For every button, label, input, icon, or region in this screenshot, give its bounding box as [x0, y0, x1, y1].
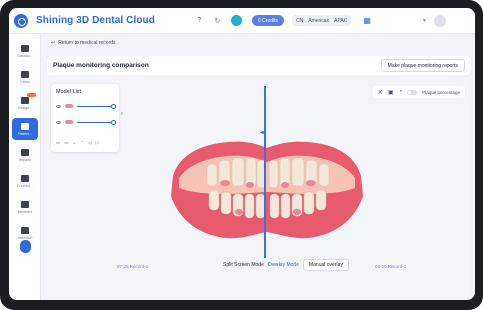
split-view-icon[interactable]: ✕ [378, 89, 383, 96]
plaque-percentage-label: Plaque percentage [422, 89, 460, 95]
view-left-icon[interactable]: ◁ [88, 140, 91, 146]
slider-knob[interactable] [111, 103, 116, 109]
sidebar-item-label: Reports [18, 157, 32, 162]
make-report-button[interactable]: Make plaque monitoring reports [380, 59, 465, 72]
sidebar-item-members[interactable]: Members [12, 196, 38, 218]
eye-icon[interactable] [56, 120, 61, 124]
overlay-mode-tab[interactable]: Overlay Mode [268, 262, 299, 268]
sidebar-item-dashboard[interactable]: Dashbo... [12, 40, 38, 62]
model-toolbar: ▭ ▭ ⌄ ⌃ ◁ ▷ [56, 140, 99, 146]
new-badge [27, 93, 36, 97]
view-right-icon[interactable]: ▷ [96, 140, 99, 146]
sidebar: Dashbo... Cases Design... Patient... Rep… [9, 34, 41, 300]
members-icon [21, 200, 29, 208]
region-country: CN [295, 17, 304, 24]
sidebar-item-label: Design... [18, 105, 32, 110]
help-icon[interactable]: ? [195, 16, 204, 25]
user-icon [21, 122, 29, 130]
layers-icon[interactable]: ▣ [388, 89, 394, 96]
view-up-icon[interactable]: ⌃ [80, 140, 84, 146]
view-toolbar: ✕ ▣ ◔ Plaque percentage [372, 86, 465, 98]
credits-badge[interactable]: 0 Credits [251, 15, 284, 26]
assistant-icon[interactable] [230, 15, 242, 26]
dental-model[interactable] [169, 136, 365, 244]
upper-jaw-icon [65, 104, 73, 108]
lower-jaw-row [56, 118, 116, 126]
split-screen-mode-tab[interactable]: Split Screen Mode [223, 262, 264, 268]
sidebar-item-label: Connect... [17, 183, 33, 188]
sidebar-item-label: Cases [20, 79, 30, 84]
app-title: Shining 3D Dental Cloud [36, 15, 155, 26]
bar-chart-icon [21, 44, 29, 52]
sidebar-item-patients[interactable]: Patient... [12, 118, 38, 140]
sidebar-item-label: Institution [17, 235, 33, 240]
page-header: Plaque monitoring comparison Make plaque… [47, 56, 471, 75]
support-icon[interactable] [20, 240, 31, 253]
left-record-label[interactable]: 07-25 Record-1 [117, 264, 148, 269]
app-screen: Shining 3D Dental Cloud ? ↻ 0 Credits CN… [9, 8, 475, 300]
eye-icon[interactable] [56, 104, 61, 108]
view-down-icon[interactable]: ⌄ [73, 140, 77, 146]
model-list-panel: Model List ▭ ▭ ⌄ ⌃ ◁ ▷ [51, 84, 119, 152]
view-back-icon[interactable]: ▭ [64, 140, 68, 146]
app-logo-icon [14, 13, 28, 28]
view-front-icon[interactable]: ▭ [56, 140, 60, 146]
sidebar-item-design[interactable]: Design... [12, 92, 38, 114]
mode-bar: Split Screen Mode Overlay Mode Manual ov… [223, 259, 349, 271]
chevron-down-icon[interactable]: ▾ [423, 17, 426, 24]
region-area: Americas [308, 17, 330, 24]
model-list-title: Model List [56, 89, 82, 95]
breadcrumb[interactable]: ↩ Return to medical records [51, 40, 115, 46]
slider-knob[interactable] [111, 119, 116, 125]
sidebar-item-cases[interactable]: Cases [12, 66, 38, 88]
plaque-percentage-toggle[interactable] [407, 89, 418, 95]
upper-opacity-slider[interactable] [77, 103, 116, 109]
split-handle-icon[interactable]: ◂▸ [260, 129, 266, 136]
device-frame: Shining 3D Dental Cloud ? ↻ 0 Credits CN… [0, 0, 483, 310]
back-link[interactable]: Return to medical records [58, 40, 115, 46]
connect-icon [21, 174, 29, 182]
sidebar-item-label: Dashbo... [17, 53, 33, 58]
institution-icon [21, 226, 29, 234]
top-bar: Shining 3D Dental Cloud ? ↻ 0 Credits CN… [9, 8, 475, 34]
home-icon [21, 70, 29, 78]
region-zone: APAC [334, 17, 348, 24]
sidebar-item-label: Members [17, 209, 33, 214]
apps-grid-icon[interactable]: ▦ [363, 16, 371, 25]
sidebar-item-connect[interactable]: Connect... [12, 170, 38, 192]
report-icon [21, 148, 29, 156]
right-record-label[interactable]: 03-20 Record-1 [375, 264, 406, 269]
page-title: Plaque monitoring comparison [53, 62, 149, 69]
collapse-panel-icon[interactable]: ‹ [121, 111, 123, 117]
sidebar-item-label: Patient... [18, 131, 32, 136]
split-divider[interactable] [264, 86, 266, 258]
manual-overlay-button[interactable]: Manual overlay [302, 259, 349, 271]
region-selector[interactable]: CN Americas APAC [291, 15, 352, 26]
design-icon [21, 96, 29, 104]
refresh-icon[interactable]: ↻ [213, 16, 222, 25]
lower-jaw-icon [65, 120, 73, 124]
sidebar-item-reports[interactable]: Reports [12, 144, 38, 166]
rotate-icon[interactable]: ◔ [399, 89, 403, 95]
lower-opacity-slider[interactable] [77, 119, 116, 125]
upper-jaw-row [56, 102, 116, 110]
back-arrow-icon: ↩ [51, 40, 56, 46]
avatar[interactable] [433, 14, 446, 27]
